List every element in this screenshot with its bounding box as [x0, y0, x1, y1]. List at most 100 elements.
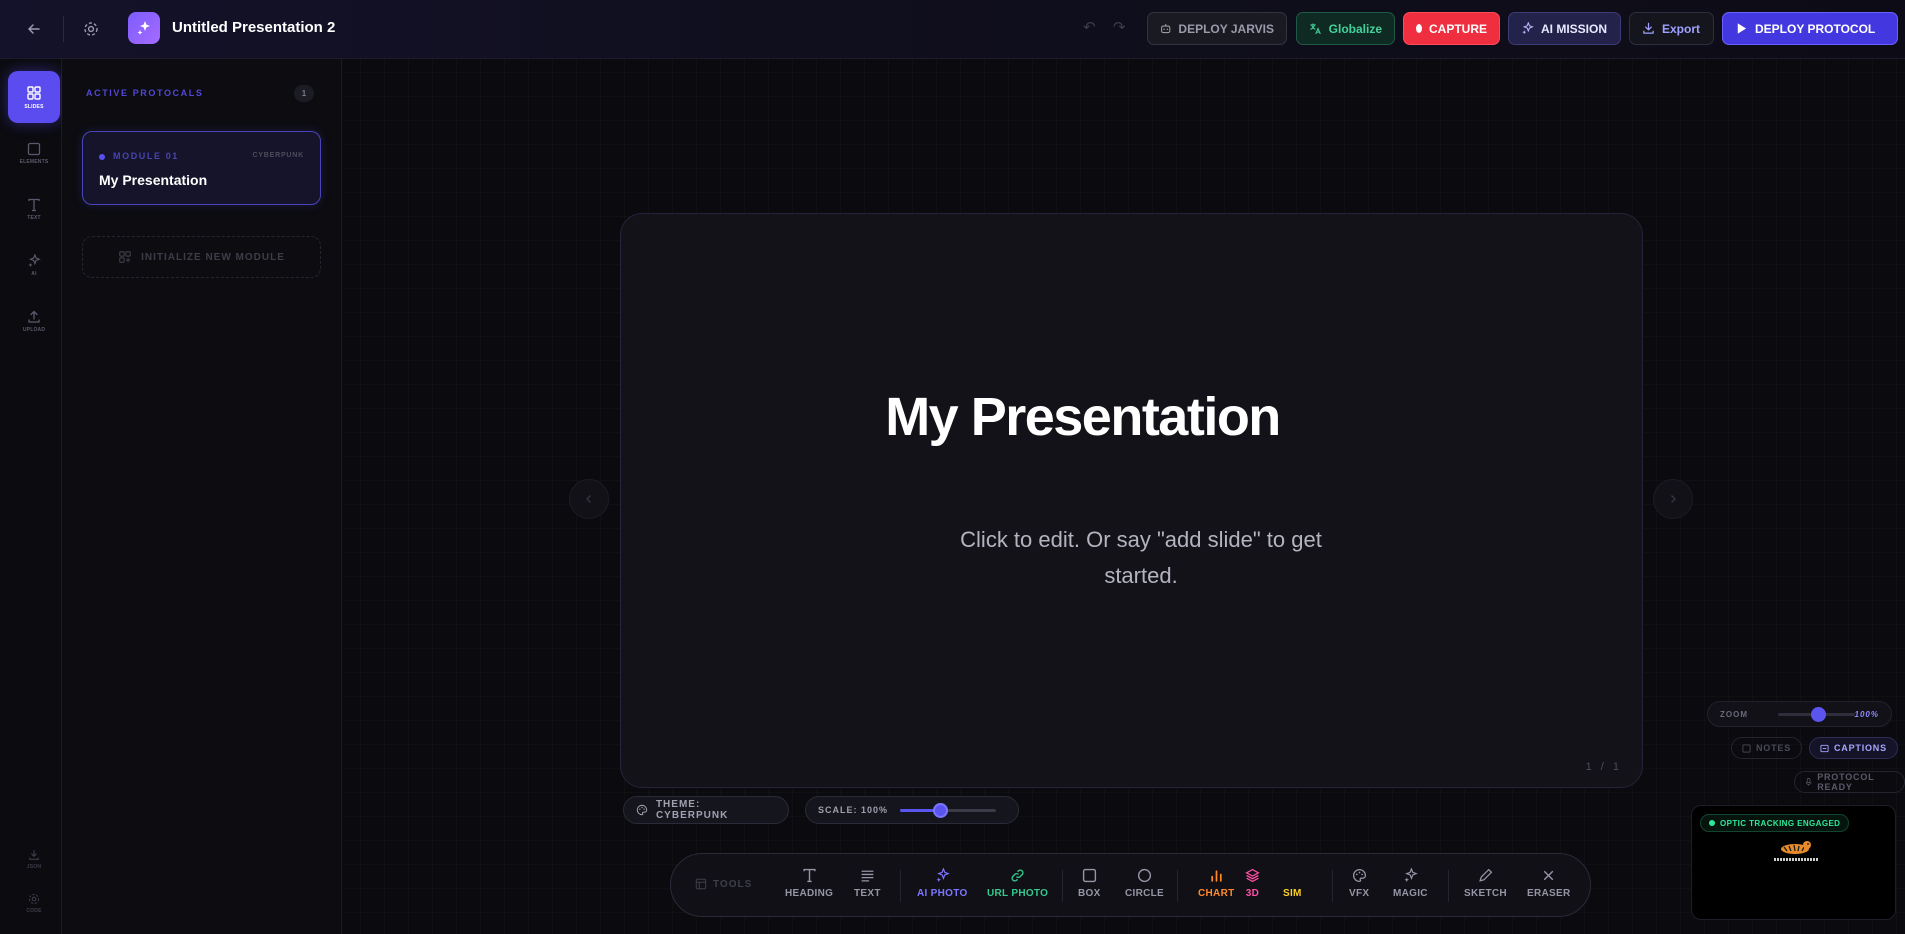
capture-button[interactable]: CAPTURE: [1403, 12, 1500, 45]
slide-canvas[interactable]: My Presentation Click to edit. Or say "a…: [620, 213, 1643, 788]
protocol-ready-status[interactable]: PROTOCOL READY: [1794, 771, 1905, 793]
redo-icon[interactable]: ↷: [1113, 18, 1126, 36]
tool-sketch[interactable]: SKETCH: [1464, 868, 1507, 899]
captions-toggle[interactable]: CAPTIONS: [1809, 737, 1898, 759]
live-dot-icon: [1709, 820, 1715, 826]
tool-3d-label: 3D: [1245, 888, 1260, 899]
document-title[interactable]: Untitled Presentation 2: [172, 19, 335, 36]
rail-label-ai: AI: [31, 270, 37, 277]
gear-icon[interactable]: [76, 14, 106, 44]
download-icon: [29, 849, 39, 860]
rail-item-slides[interactable]: SLIDES: [8, 71, 60, 123]
tool-sketch-label: SKETCH: [1464, 888, 1507, 899]
ai-mission-label: AI MISSION: [1541, 21, 1608, 36]
toolbar-divider: [1177, 870, 1178, 902]
zoom-value: 100%: [1854, 709, 1879, 719]
module-card[interactable]: MODULE 01 CYBERPUNK My Presentation: [82, 131, 321, 205]
slide-subtitle[interactable]: Click to edit. Or say "add slide" to get…: [921, 522, 1361, 594]
module-count-badge: 1: [294, 85, 314, 102]
tool-ai-photo[interactable]: AI PHOTO: [917, 868, 968, 899]
rail-item-ai[interactable]: AI: [8, 239, 60, 291]
grid-icon: [27, 85, 41, 100]
ai-mission-button[interactable]: AI MISSION: [1508, 12, 1621, 45]
tool-text[interactable]: TEXT: [854, 868, 881, 899]
tool-box[interactable]: BOX: [1078, 868, 1101, 899]
globalize-label: Globalize: [1328, 21, 1382, 36]
tool-sim-label: SIM: [1283, 888, 1302, 899]
play-icon: [1737, 23, 1747, 34]
deploy-protocol-button[interactable]: DEPLOY PROTOCOL: [1722, 12, 1898, 45]
captions-label: CAPTIONS: [1834, 743, 1887, 753]
app-logo-sparkle-icon: [128, 12, 160, 44]
toolbar-divider: [900, 870, 901, 902]
tool-eraser-label: ERASER: [1527, 888, 1571, 899]
tool-vfx[interactable]: VFX: [1349, 868, 1369, 899]
scale-slider[interactable]: [900, 802, 997, 818]
note-icon: [1742, 743, 1751, 753]
active-dot-icon: [99, 154, 105, 160]
rail-item-text[interactable]: TEXT: [8, 183, 60, 235]
magic-sparkle-icon: [1404, 868, 1418, 883]
mascot-caption-glyphs: [1774, 858, 1818, 861]
tool-sim[interactable]: SIM: [1283, 888, 1302, 899]
upload-icon: [28, 310, 40, 323]
toolbar-divider: [1332, 870, 1333, 902]
tool-heading[interactable]: HEADING: [785, 868, 833, 899]
slide-page-indicator: 1 / 1: [1585, 761, 1622, 773]
scale-slider-thumb[interactable]: [933, 802, 949, 818]
tool-text-label: TEXT: [854, 888, 881, 899]
close-icon: [1543, 870, 1554, 881]
prev-slide-button[interactable]: [569, 479, 609, 519]
optic-tracking-label: OPTIC TRACKING ENGAGED: [1720, 818, 1841, 828]
tool-3d[interactable]: 3D: [1245, 868, 1260, 899]
optic-tracking-status: OPTIC TRACKING ENGAGED: [1700, 814, 1850, 832]
zoom-slider[interactable]: [1778, 706, 1855, 722]
globalize-button[interactable]: Globalize: [1296, 12, 1395, 45]
translate-icon: [1310, 23, 1321, 35]
tool-eraser[interactable]: ERASER: [1527, 868, 1570, 899]
toolbar-divider: [1062, 870, 1063, 902]
tool-magic[interactable]: MAGIC: [1393, 868, 1428, 899]
deploy-jarvis-button[interactable]: DEPLOY JARVIS: [1147, 12, 1287, 45]
robot-icon: [1161, 24, 1171, 34]
microphone-icon: [1805, 778, 1812, 786]
undo-icon[interactable]: ↶: [1083, 18, 1096, 36]
gear-icon: [28, 893, 40, 904]
tool-circle[interactable]: CIRCLE: [1125, 868, 1164, 899]
pencil-icon: [1479, 868, 1493, 882]
rail-item-json[interactable]: JSON: [8, 839, 60, 879]
scale-control: SCALE: 100%: [805, 796, 1019, 824]
rail-item-elements[interactable]: ELEMENTS: [8, 127, 60, 179]
scale-label: SCALE: 100%: [818, 805, 889, 815]
export-label: Export: [1662, 21, 1701, 36]
panel-heading: ACTIVE PROTOCALS: [86, 88, 204, 98]
tool-url-photo-label: URL PHOTO: [987, 888, 1049, 899]
slide-title[interactable]: My Presentation: [621, 386, 1544, 448]
zoom-label: ZOOM: [1720, 709, 1748, 719]
zoom-slider-thumb[interactable]: [1811, 706, 1826, 722]
palette-icon: [1352, 868, 1366, 883]
rail-item-code[interactable]: CODE: [8, 883, 60, 923]
theme-selector[interactable]: THEME: CYBERPUNK: [623, 796, 789, 824]
export-button[interactable]: Export: [1629, 12, 1714, 45]
deploy-jarvis-label: DEPLOY JARVIS: [1178, 21, 1274, 36]
record-dot-icon: [1416, 24, 1422, 33]
tool-chart[interactable]: CHART: [1198, 868, 1235, 899]
module-theme: CYBERPUNK: [252, 152, 304, 159]
chevron-right-icon: [1671, 495, 1676, 503]
back-arrow-icon[interactable]: [19, 14, 49, 44]
rail-label-elements: ELEMENTS: [19, 158, 49, 165]
notes-toggle[interactable]: NOTES: [1731, 737, 1803, 759]
protocol-ready-label: PROTOCOL READY: [1817, 772, 1875, 792]
tool-url-photo[interactable]: URL PHOTO: [987, 868, 1048, 899]
initialize-module-button[interactable]: INITIALIZE NEW MODULE: [82, 236, 321, 278]
tool-box-label: BOX: [1078, 888, 1101, 899]
heading-icon: [803, 868, 816, 883]
deploy-protocol-label: DEPLOY PROTOCOL: [1755, 21, 1876, 36]
rail-item-upload[interactable]: UPLOAD: [8, 295, 60, 347]
rail-label-json: JSON: [26, 863, 42, 870]
rail-label-text: TEXT: [27, 214, 41, 221]
next-slide-button[interactable]: [1653, 479, 1693, 519]
grid-plus-icon: [119, 251, 131, 263]
header-divider: [63, 16, 64, 42]
